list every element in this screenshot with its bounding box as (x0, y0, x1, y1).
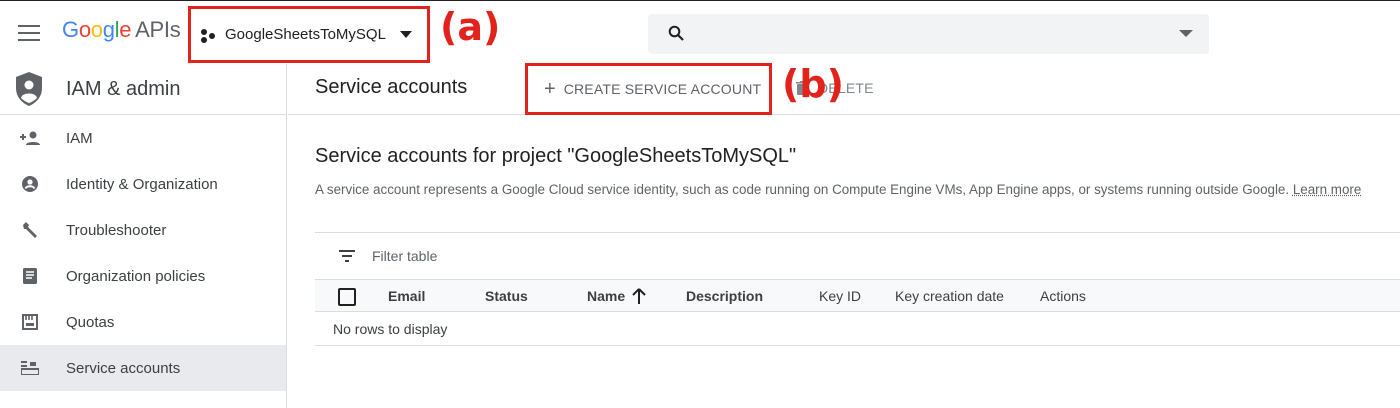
person-add-icon (20, 128, 40, 148)
sidebar-header: IAM & admin (0, 64, 286, 115)
filter-input[interactable]: Filter table (372, 248, 437, 264)
wrench-icon (20, 220, 40, 240)
sidebar-item-label: Troubleshooter (66, 221, 167, 239)
annotation-b: (b) (782, 62, 844, 106)
logo-letter: o (90, 17, 103, 42)
logo-letter: o (78, 17, 91, 42)
create-button-label: CREATE SERVICE ACCOUNT (563, 81, 762, 97)
project-selector[interactable]: GoogleSheetsToMySQL (188, 6, 430, 63)
plus-icon: + (544, 78, 556, 100)
chevron-down-icon (399, 31, 412, 38)
project-icon (201, 27, 217, 43)
logo-letter: G (62, 17, 79, 42)
table-header: Email Status Name Description Key ID Key… (315, 280, 1400, 312)
service-account-icon (20, 358, 40, 378)
learn-more-link[interactable]: Learn more (1293, 182, 1361, 197)
create-service-account-button[interactable]: + CREATE SERVICE ACCOUNT (525, 63, 772, 115)
column-description[interactable]: Description (686, 288, 763, 304)
annotation-a: (a) (440, 5, 501, 49)
sidebar-item-service-accounts[interactable]: Service accounts (0, 345, 286, 391)
filter-bar[interactable]: Filter table (315, 232, 1400, 280)
sidebar-item-troubleshooter[interactable]: Troubleshooter (0, 207, 286, 253)
search-bar[interactable] (648, 14, 1209, 54)
page-header: Service accounts + CREATE SERVICE ACCOUN… (288, 63, 1400, 115)
sidebar-title: IAM & admin (66, 77, 181, 100)
sidebar-item-label: Organization policies (66, 267, 206, 285)
sidebar: IAM & admin IAM Identity & Organization … (0, 64, 287, 408)
column-name[interactable]: Name (587, 288, 625, 304)
search-dropdown-icon[interactable] (1179, 30, 1193, 37)
sidebar-item-label: Service accounts (66, 359, 181, 377)
logo-letter: e (119, 17, 132, 42)
top-bar: Google APIs GoogleSheetsToMySQL (a) (0, 0, 1400, 64)
select-all-checkbox[interactable] (338, 288, 356, 306)
page-title: Service accounts (315, 76, 468, 98)
column-key-creation-date: Key creation date (895, 288, 1004, 304)
account-circle-icon (20, 174, 40, 194)
column-status[interactable]: Status (485, 288, 528, 304)
section-description: A service account represents a Google Cl… (315, 182, 1361, 197)
document-icon (20, 266, 40, 286)
project-name: GoogleSheetsToMySQL (225, 26, 386, 43)
filter-icon (339, 250, 355, 262)
sidebar-item-identity-organization[interactable]: Identity & Organization (0, 161, 286, 207)
shield-icon (16, 72, 42, 106)
column-key-id: Key ID (819, 288, 862, 304)
column-actions: Actions (1040, 288, 1086, 304)
quota-icon (20, 312, 40, 332)
column-email[interactable]: Email (388, 288, 425, 304)
sort-ascending-icon[interactable] (631, 287, 647, 305)
google-apis-logo[interactable]: Google APIs (62, 17, 181, 43)
description-text: A service account represents a Google Cl… (315, 182, 1290, 197)
empty-message: No rows to display (333, 321, 448, 337)
sidebar-item-label: Quotas (66, 313, 115, 331)
table-row: No rows to display (315, 312, 1400, 346)
search-icon (668, 25, 684, 41)
logo-suffix: APIs (135, 17, 181, 42)
menu-icon[interactable] (18, 25, 40, 41)
sidebar-item-quotas[interactable]: Quotas (0, 299, 286, 345)
logo-letter: g (102, 17, 115, 42)
sidebar-item-label: IAM (66, 129, 93, 147)
sidebar-item-organization-policies[interactable]: Organization policies (0, 253, 286, 299)
sidebar-item-label: Identity & Organization (66, 175, 218, 193)
section-title: Service accounts for project "GoogleShee… (315, 145, 797, 167)
sidebar-item-iam[interactable]: IAM (0, 115, 286, 161)
